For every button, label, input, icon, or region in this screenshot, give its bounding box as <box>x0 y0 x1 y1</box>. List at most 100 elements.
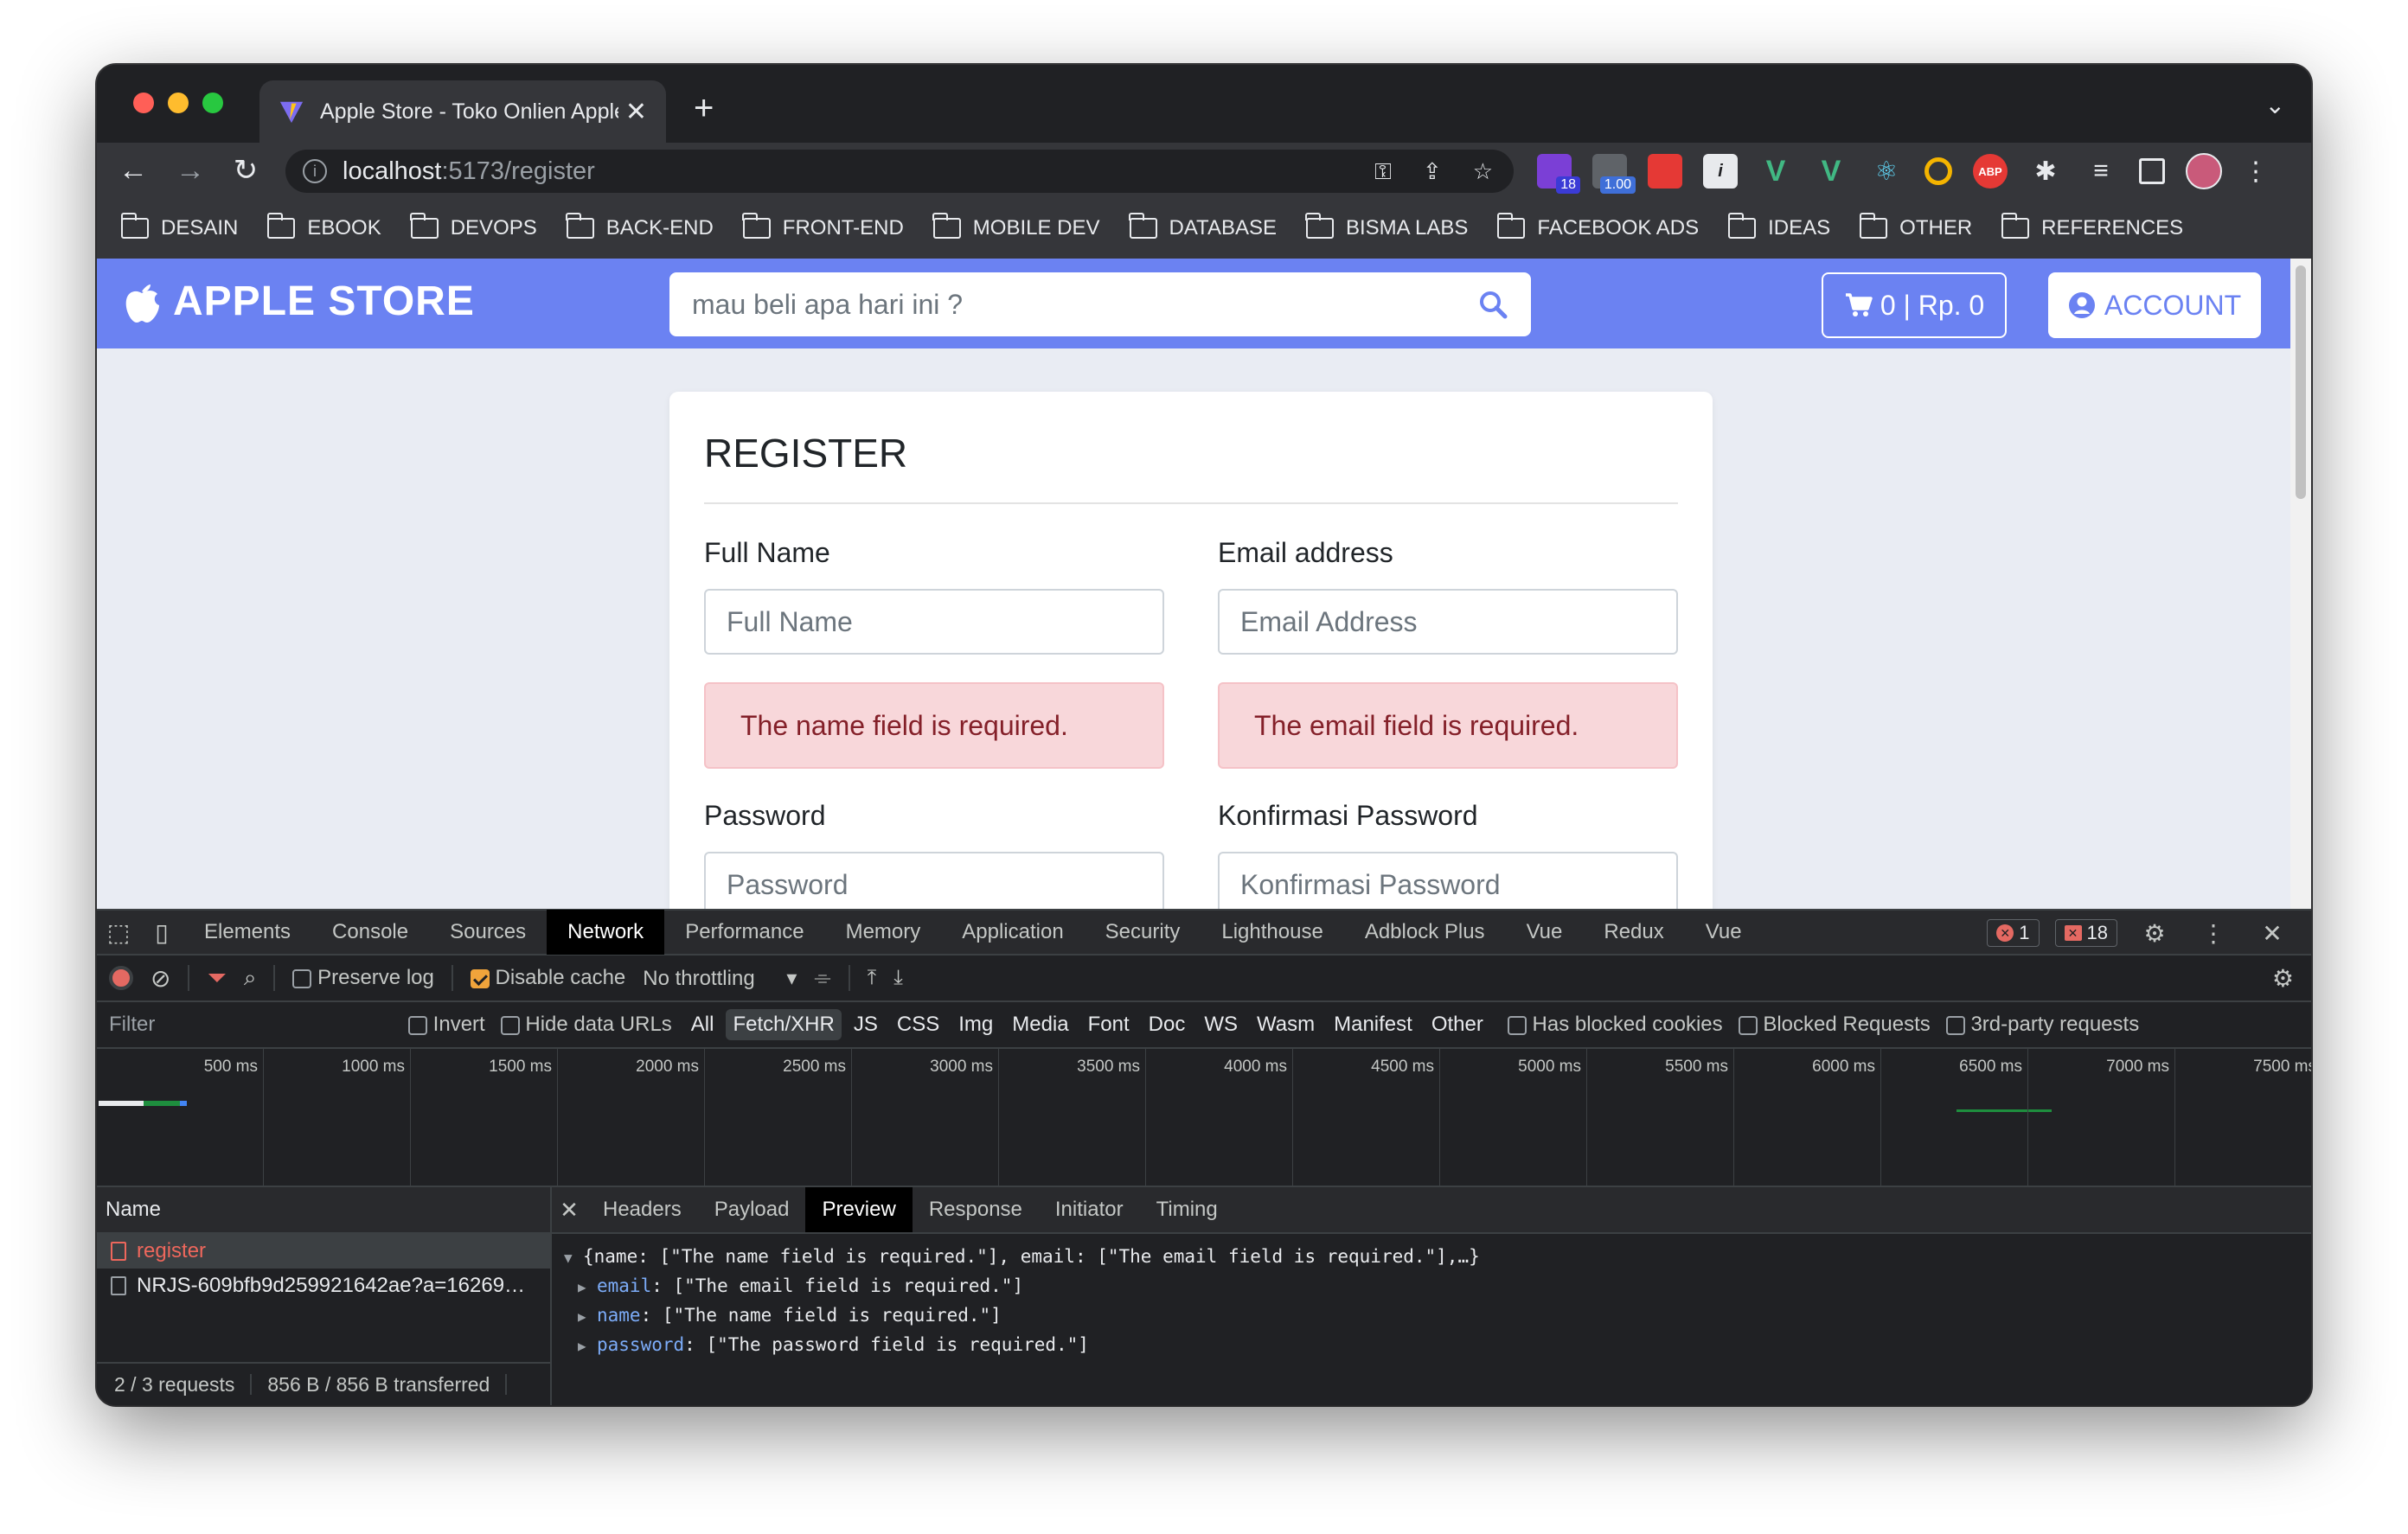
type-filter-ws[interactable]: WS <box>1197 1009 1245 1040</box>
ext-robot-icon[interactable]: 1.00 <box>1592 154 1636 194</box>
close-devtools-icon[interactable]: ✕ <box>2251 911 2294 956</box>
error-counter[interactable]: ✕ 1 <box>1987 919 2040 947</box>
name-column-header[interactable]: Name <box>97 1187 550 1234</box>
reload-icon[interactable]: ↻ <box>227 151 265 189</box>
site-brand[interactable]: APPLE STORE <box>123 278 475 325</box>
vue-devtools-2-icon[interactable]: V <box>1814 154 1848 189</box>
request-row-nrjs[interactable]: NRJS-609bfb9d259921642ae?a=16269… <box>97 1269 550 1303</box>
preserve-log-box[interactable] <box>292 968 312 988</box>
disable-cache-checkbox[interactable]: Disable cache <box>470 966 625 990</box>
minimize-window-button[interactable] <box>168 93 189 113</box>
puzzle-icon[interactable]: ✱ <box>2028 154 2063 189</box>
type-filter-other[interactable]: Other <box>1425 1009 1490 1040</box>
detail-tab-payload[interactable]: Payload <box>698 1187 806 1232</box>
adblock-icon[interactable]: ABP <box>1973 154 2008 189</box>
tab-memory[interactable]: Memory <box>825 910 942 955</box>
request-row-register[interactable]: register <box>97 1234 550 1269</box>
type-filter-css[interactable]: CSS <box>890 1009 946 1040</box>
filter-funnel-icon[interactable]: ⏷ <box>207 964 226 993</box>
bookmark-references[interactable]: REFERENCES <box>2001 213 2183 240</box>
new-tab-button[interactable]: + <box>694 89 714 128</box>
search-network-icon[interactable]: ⌕ <box>244 964 257 992</box>
vue-devtools-icon[interactable]: V <box>1758 154 1793 189</box>
network-settings-gear-icon[interactable]: ⚙ <box>2272 964 2294 993</box>
network-conditions-icon[interactable]: ⌯ <box>814 966 830 990</box>
hide-data-urls-box[interactable] <box>500 1015 520 1035</box>
type-filter-img[interactable]: Img <box>951 1009 1000 1040</box>
type-filter-all[interactable]: All <box>684 1009 721 1040</box>
record-button[interactable] <box>109 966 133 990</box>
tab-sources[interactable]: Sources <box>429 910 547 955</box>
detail-tab-timing[interactable]: Timing <box>1140 1187 1234 1232</box>
detail-tab-response[interactable]: Response <box>913 1187 1039 1232</box>
tab-redux[interactable]: Redux <box>1583 910 1684 955</box>
zoom-window-button[interactable] <box>202 93 223 113</box>
tab-application[interactable]: Application <box>941 910 1084 955</box>
preview-row-email[interactable]: ▶ email: ["The email field is required."] <box>564 1272 2299 1301</box>
blocked-requests-box[interactable] <box>1738 1015 1758 1035</box>
react-icon[interactable]: ⚛ <box>1869 154 1904 189</box>
type-filter-js[interactable]: JS <box>847 1009 885 1040</box>
detail-tab-headers[interactable]: Headers <box>586 1187 698 1232</box>
full-name-input[interactable] <box>704 589 1164 655</box>
device-toolbar-icon[interactable]: ▯ <box>140 910 183 955</box>
bookmark-desain[interactable]: DESAIN <box>120 213 238 240</box>
tab-network[interactable]: Network <box>547 910 665 955</box>
bookmark-devops[interactable]: DEVOPS <box>410 213 537 240</box>
bookmark-other[interactable]: OTHER <box>1859 213 1972 240</box>
type-filter-font[interactable]: Font <box>1081 1009 1137 1040</box>
blocked-requests-checkbox[interactable]: Blocked Requests <box>1738 1013 1931 1037</box>
page-scrollbar[interactable] <box>2290 259 2311 909</box>
preview-root[interactable]: ▼ {name: ["The name field is required."],… <box>564 1243 2299 1272</box>
site-info-icon[interactable]: i <box>303 159 327 183</box>
close-detail-icon[interactable]: ✕ <box>552 1197 586 1224</box>
bookmark-bisma-labs[interactable]: BISMA LABS <box>1305 213 1468 240</box>
profile-avatar[interactable] <box>2186 153 2222 189</box>
product-search-input[interactable] <box>692 288 1477 321</box>
bookmark-mobile-dev[interactable]: MOBILE DEV <box>932 213 1100 240</box>
ext-red-square-icon[interactable] <box>1648 154 1682 189</box>
tab-vue-2[interactable]: Vue <box>1685 910 1763 955</box>
type-filter-manifest[interactable]: Manifest <box>1327 1009 1419 1040</box>
tab-vue[interactable]: Vue <box>1506 910 1584 955</box>
hide-data-urls-checkbox[interactable]: Hide data URLs <box>500 1013 672 1037</box>
tab-performance[interactable]: Performance <box>664 910 824 955</box>
cart-button[interactable]: 0 | Rp. 0 <box>1822 272 2007 338</box>
address-bar[interactable]: i localhost:5173/register ⚿ ⇪ ☆ <box>285 150 1514 193</box>
invert-checkbox[interactable]: Invert <box>408 1013 485 1037</box>
tab-elements[interactable]: Elements <box>183 910 311 955</box>
tab-apple-store[interactable]: Apple Store - Toko Onlien Apple ✕ <box>259 80 666 143</box>
forward-arrow-icon[interactable]: → <box>171 151 209 189</box>
import-har-icon[interactable]: ⤒ <box>868 966 877 990</box>
ext-info-icon[interactable]: i <box>1703 154 1738 189</box>
tab-security[interactable]: Security <box>1085 910 1201 955</box>
browser-menu-icon[interactable]: ⋮ <box>2243 157 2269 187</box>
color-ring-icon[interactable] <box>1924 157 1952 185</box>
side-panel-icon[interactable] <box>2139 158 2165 184</box>
bookmark-ebook[interactable]: EBOOK <box>266 213 381 240</box>
preserve-log-checkbox[interactable]: Preserve log <box>292 966 434 990</box>
confirm-password-input[interactable] <box>1218 852 1678 909</box>
blocked-cookies-checkbox[interactable]: Has blocked cookies <box>1507 1013 1723 1037</box>
scrollbar-thumb[interactable] <box>2296 265 2306 499</box>
invert-box[interactable] <box>408 1015 427 1035</box>
tab-console[interactable]: Console <box>311 910 429 955</box>
password-input[interactable] <box>704 852 1164 909</box>
third-party-box[interactable] <box>1945 1015 1965 1035</box>
preview-row-name[interactable]: ▶ name: ["The name field is required."] <box>564 1301 2299 1331</box>
bookmark-star-icon[interactable]: ☆ <box>1473 158 1493 186</box>
key-icon[interactable]: ⚿ <box>1374 158 1392 186</box>
third-party-checkbox[interactable]: 3rd-party requests <box>1945 1013 2139 1037</box>
bookmark-ideas[interactable]: IDEAS <box>1727 213 1830 240</box>
export-har-icon[interactable]: ⤓ <box>893 966 903 990</box>
type-filter-wasm[interactable]: Wasm <box>1250 1009 1322 1040</box>
network-timeline[interactable]: 500 ms 1000 ms 1500 ms 2000 ms 2500 ms 3000 m… <box>97 1049 2311 1187</box>
bookmark-front-end[interactable]: FRONT-END <box>742 213 904 240</box>
devtools-menu-icon[interactable]: ⋮ <box>2192 911 2235 956</box>
email-input[interactable] <box>1218 589 1678 655</box>
type-filter-fetch-xhr[interactable]: Fetch/XHR <box>726 1009 842 1040</box>
issues-counter[interactable]: ✕ 18 <box>2054 919 2117 947</box>
tab-close-icon[interactable]: ✕ <box>625 97 647 127</box>
ext-purple-icon[interactable]: 18 <box>1537 154 1580 194</box>
tab-lighthouse[interactable]: Lighthouse <box>1201 910 1343 955</box>
